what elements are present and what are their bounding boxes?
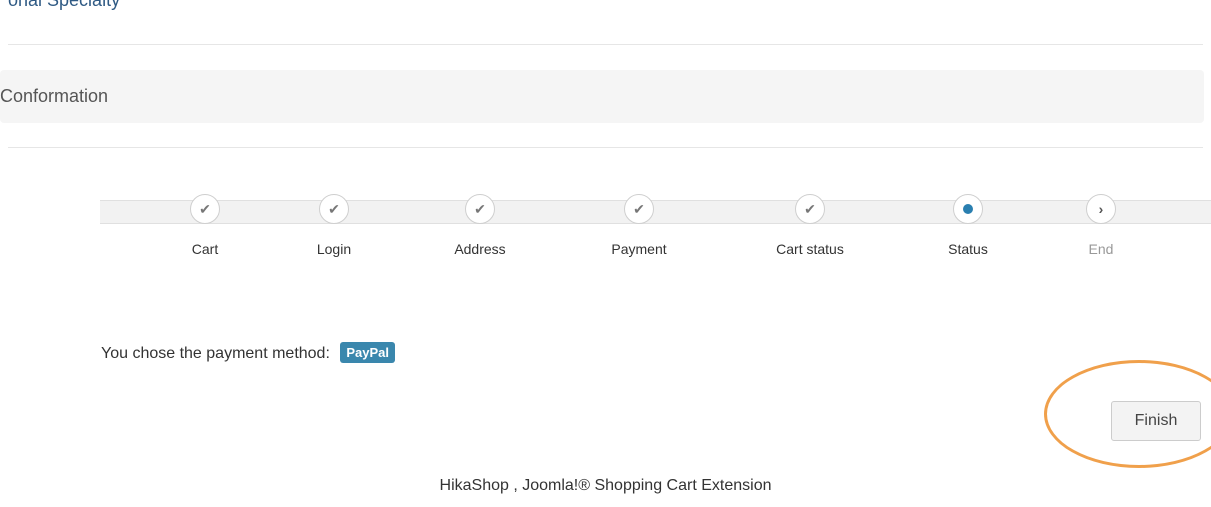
checkout-step-payment[interactable]: ✔ Payment <box>579 194 699 257</box>
payment-method-line: You chose the payment method: PayPal <box>101 342 396 363</box>
checkout-step-status: Status <box>908 194 1028 257</box>
step-label: Status <box>948 241 988 257</box>
payment-method-badge: PayPal <box>340 342 396 363</box>
check-icon: ✔ <box>624 194 654 224</box>
divider-middle <box>8 147 1203 148</box>
checkout-step-cart-status[interactable]: ✔ Cart status <box>750 194 870 257</box>
section-title: Conformation <box>0 86 109 106</box>
step-label: Login <box>316 241 352 257</box>
checkout-step-end: › End <box>1041 194 1161 257</box>
payment-message: You chose the payment method: <box>101 345 330 362</box>
checkout-step-address[interactable]: ✔ Address <box>420 194 540 257</box>
finish-button[interactable]: Finish <box>1111 401 1201 441</box>
step-label: Cart status <box>776 241 844 257</box>
step-label: Cart <box>191 241 219 257</box>
section-header-bar <box>0 70 1204 123</box>
check-icon: ✔ <box>190 194 220 224</box>
page-heading: onal Specialty <box>8 0 121 10</box>
divider-top <box>8 44 1203 45</box>
step-label: Address <box>454 241 506 257</box>
step-label: End <box>1088 241 1114 257</box>
check-icon: ✔ <box>795 194 825 224</box>
check-icon: ✔ <box>465 194 495 224</box>
chevron-right-icon: › <box>1086 194 1116 224</box>
step-label: Payment <box>611 241 667 257</box>
checkout-step-login[interactable]: ✔ Login <box>274 194 394 257</box>
current-dot-icon <box>953 194 983 224</box>
checkout-step-cart[interactable]: ✔ Cart <box>145 194 265 257</box>
footer-credit: HikaShop , Joomla!® Shopping Cart Extens… <box>439 477 772 494</box>
check-icon: ✔ <box>319 194 349 224</box>
